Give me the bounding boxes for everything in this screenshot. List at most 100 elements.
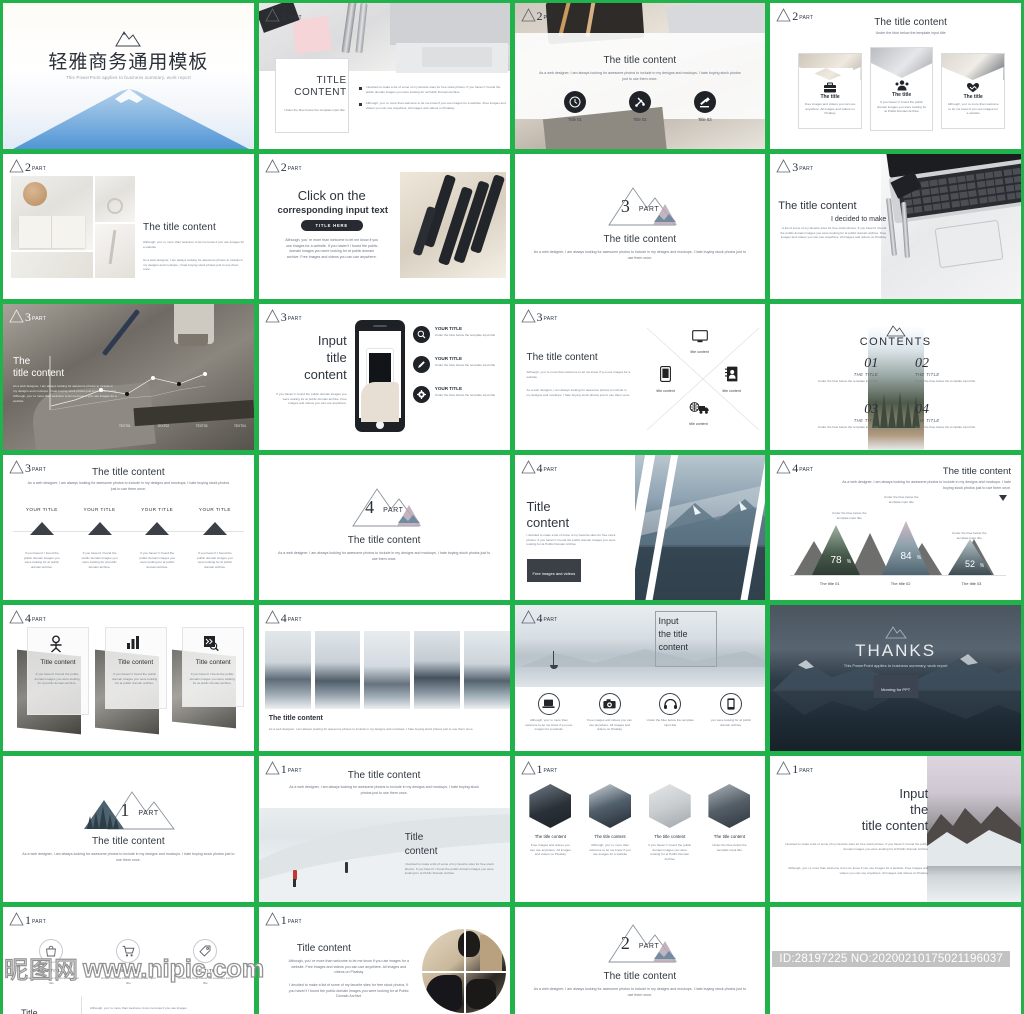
title-here-button[interactable]: TITLE HERE (300, 220, 363, 231)
slide-19-title: Input the title content (659, 615, 719, 654)
slide-9-title-1: The (13, 356, 31, 367)
xlabel: TEXT03 (195, 424, 208, 428)
slide-thumbnail-9[interactable]: 3 PART The title content As a web design… (3, 304, 254, 450)
free-images-button[interactable]: Free images and videos (526, 559, 582, 582)
slide-15-body: I decided to make a list of some of my f… (526, 533, 616, 547)
slide-thumbnail-18[interactable]: 4 PART The title content As a web design… (258, 605, 510, 751)
slide-thumbnail-7[interactable]: 3 PART The title content As a web design… (514, 154, 766, 299)
xlabel: TEXT04 (234, 424, 246, 428)
part-marker: 4 PART (520, 610, 558, 624)
xlabel: TEXT01 (119, 424, 131, 428)
stone-card[interactable]: Title content If you haven't I found the… (172, 627, 245, 735)
part-number: 4 (280, 611, 287, 625)
feature-item[interactable]: YOUR TITLE Under the blue below the templ… (412, 386, 504, 403)
contents-item-03[interactable]: 03 THE TITLE Under the blue below the te… (778, 402, 878, 430)
feature-card[interactable]: The title If you haven't I found the pub… (869, 47, 934, 131)
feature-item[interactable]: YOUR TITLE Under the blue below the templ… (412, 326, 504, 343)
stone-card[interactable]: Title content If you haven't I found the… (17, 627, 89, 735)
slide-thumbnail-11[interactable]: 3 PART The title content Although, you' … (514, 304, 766, 450)
icon-item[interactable]: Title 03 (693, 91, 716, 122)
slide-18-title: The title content (268, 715, 323, 722)
team-member[interactable]: The title content If you haven't I found… (645, 784, 695, 862)
slide-thumbnail-10[interactable]: 3 PART Input title content If you haven'… (258, 304, 510, 450)
slide-thumbnail-6[interactable]: 2 PART Click on the corresponding input … (258, 154, 510, 299)
slide-thumbnail-19[interactable]: 4 PART Input the title content Although,… (514, 605, 766, 751)
slide-thumbnail-25[interactable]: 1 PART THE TITLE Under the blue below th… (3, 907, 254, 1014)
item-body: If you haven't I found the public domain… (197, 551, 233, 569)
icon-item[interactable]: THE TITLE Under the blue below the templ… (13, 939, 90, 985)
feature-card[interactable]: The title Although, you' re more than we… (941, 53, 1005, 129)
slide-thumbnail-1[interactable]: 轻雅商务通用模板 This PowerPoint applies to busi… (3, 3, 254, 149)
timeline-item[interactable]: YOUR TITLE If you haven't I found the pu… (13, 507, 71, 570)
slide-thumbnail-23[interactable]: 1 PART The title content Free images and… (514, 756, 766, 902)
card-body: Free images and videos you can use anywh… (804, 102, 856, 116)
section-number: 4 (365, 497, 375, 517)
slide-7-desc: As a web designer, I am always looking f… (533, 250, 746, 260)
slide-thumbnail-13[interactable]: 3 PART The title content As a web design… (3, 455, 254, 600)
slide-thumbnail-8[interactable]: 3 PART The title content I decided to ma… (770, 154, 1021, 299)
feature-item[interactable]: title content (723, 366, 741, 393)
category-label: The title 01 (819, 581, 840, 586)
timeline-item[interactable]: YOUR TITLE If you haven't I found the pu… (186, 507, 244, 570)
part-marker: 4 PART (9, 610, 46, 624)
morning-button[interactable]: Morning for PPT (873, 675, 919, 698)
slide-thumbnail-21[interactable]: 1 PART The title content As a web design… (3, 756, 254, 902)
team-member[interactable]: The title content Although, you' re more… (585, 784, 635, 862)
mountain-icon (884, 625, 907, 639)
slide-22-desc: As a web designer, I am always looking f… (289, 785, 480, 795)
timeline-item[interactable]: YOUR TITLE If you haven't I found the pu… (71, 507, 129, 570)
stone-card[interactable]: Title content If you haven't I found the… (94, 627, 167, 735)
slide-thumbnail-15[interactable]: 4 PART Title content I decided to make a… (514, 455, 766, 600)
feature-list: YOUR TITLE Under the blue below the templ… (412, 326, 504, 403)
svg-text:%: % (847, 559, 852, 565)
part-label: PART (32, 467, 47, 473)
icon-item[interactable]: THE TITLE Under the blue below the templ… (90, 939, 167, 985)
cart-icon (116, 939, 141, 963)
icon-item[interactable]: Title 01 (563, 91, 586, 122)
feature-item[interactable]: YOUR TITLE Under the blue below the templ… (412, 356, 504, 373)
icon-item[interactable]: Under the blue below the template input … (640, 693, 701, 732)
icon-item[interactable]: Title 02 (628, 91, 651, 122)
slide-thumbnail-4[interactable]: 2 PART The title content Under the blue … (770, 3, 1021, 149)
slide-thumbnail-20[interactable]: THANKS This PowerPoint applies to busine… (770, 605, 1021, 751)
feature-item[interactable]: title content (691, 330, 709, 354)
section-part-label: PART (638, 943, 660, 950)
icon-item[interactable]: THE TITLE Under the blue below the templ… (167, 939, 244, 985)
contents-item-01[interactable]: 01 THE TITLE Under the blue below the te… (778, 356, 878, 384)
mountain-icon (520, 460, 536, 474)
part-marker: 3 PART (9, 460, 46, 474)
slide-thumbnail-14[interactable]: 4 PART The title content As a web design… (258, 455, 510, 600)
slide-thumbnail-27[interactable]: 2 PART The title content As a web design… (514, 907, 766, 1014)
feature-card[interactable]: The title Free images and videos you can… (798, 53, 862, 129)
slide-thumbnail-16[interactable]: 4 PART The title content As a web design… (770, 455, 1021, 600)
team-member[interactable]: The title content Under the blue below t… (704, 784, 754, 862)
slide-thumbnail-5[interactable]: 2 PART The title content Although, you' … (3, 154, 254, 299)
icon-item[interactable]: Free images and videos you can use anywh… (579, 693, 640, 732)
icon-item[interactable]: you were looking for at public domain ar… (701, 693, 762, 732)
feature-item[interactable]: title content (657, 366, 675, 393)
slide-11-title: The title content (526, 352, 598, 363)
mountain-icon (265, 610, 280, 624)
slide-9-title-2: title content (13, 368, 65, 379)
icon-row: Although, you' re more than welcome to l… (519, 693, 762, 732)
slide-thumbnail-12[interactable]: CONTENTS 01 THE TITLE Under the blue bel… (770, 304, 1021, 450)
team-member[interactable]: The title content Free images and videos… (525, 784, 575, 862)
slide-thumbnail-24[interactable]: 1 PART Input the title content I decided… (770, 756, 1021, 902)
slide-thumbnail-26[interactable]: 1 PART Title content Although, you' re m… (258, 907, 510, 1014)
slide-thumbnail-22[interactable]: 1 PART The title content As a web design… (258, 756, 510, 902)
part-number: 3 (25, 461, 31, 475)
icon-desc: Under the blue below the template input … (101, 976, 156, 985)
timeline-item[interactable]: YOUR TITLE If you haven't I found the pu… (128, 507, 186, 570)
item-title: YOUR TITLE (198, 507, 231, 512)
icon-item[interactable]: Although, you' re more than welcome to l… (519, 693, 580, 732)
feature-item[interactable]: title content (689, 402, 709, 426)
card-title: Title content (117, 659, 154, 666)
slide-9-body: As a web designer, I am always looking f… (13, 384, 117, 403)
slide-thumbnail-3[interactable]: 2 PART The title content As a web design… (514, 3, 766, 149)
contents-item-04[interactable]: 04 THE TITLE Under the blue below the te… (915, 402, 1015, 430)
slide-thumbnail-17[interactable]: 4 PART Title content If you haven't I fo… (3, 605, 254, 751)
slide-15-title-1: Title (526, 499, 551, 514)
contents-item-02[interactable]: 02 THE TITLE Under the blue below the te… (915, 356, 1015, 384)
slide-thumbnail-2[interactable]: 2 PART TITLE CONTENT Under the blue belo… (258, 3, 510, 149)
mountain-icon (265, 761, 280, 775)
